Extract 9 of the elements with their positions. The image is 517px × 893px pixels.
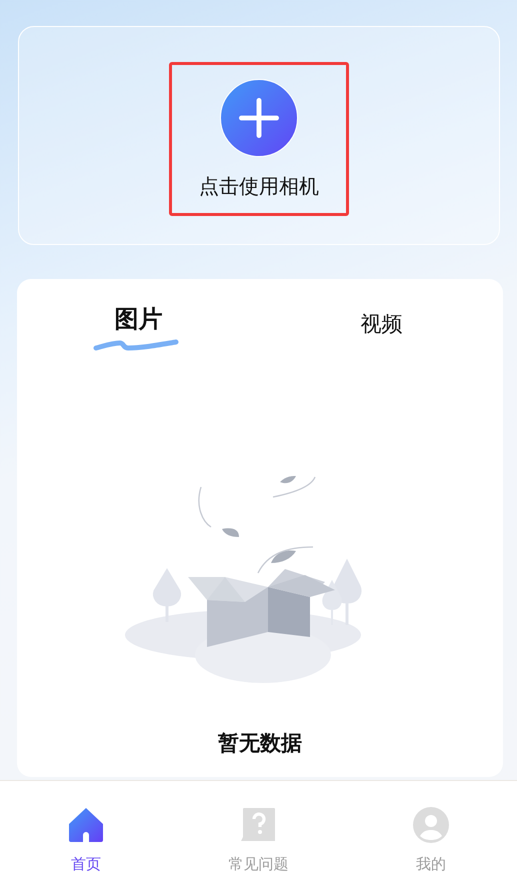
empty-message: 暂无数据 [218,730,302,757]
camera-button[interactable]: 点击使用相机 [169,62,349,216]
house-icon [68,807,104,843]
user-icon [412,807,449,843]
media-tab[interactable]: 视频 [360,309,402,340]
nav-tab[interactable]: 首页 [71,853,102,876]
question-bubble-icon [240,807,276,843]
media-tab[interactable]: 图片 [114,301,162,337]
camera-label: 点击使用相机 [199,173,319,200]
